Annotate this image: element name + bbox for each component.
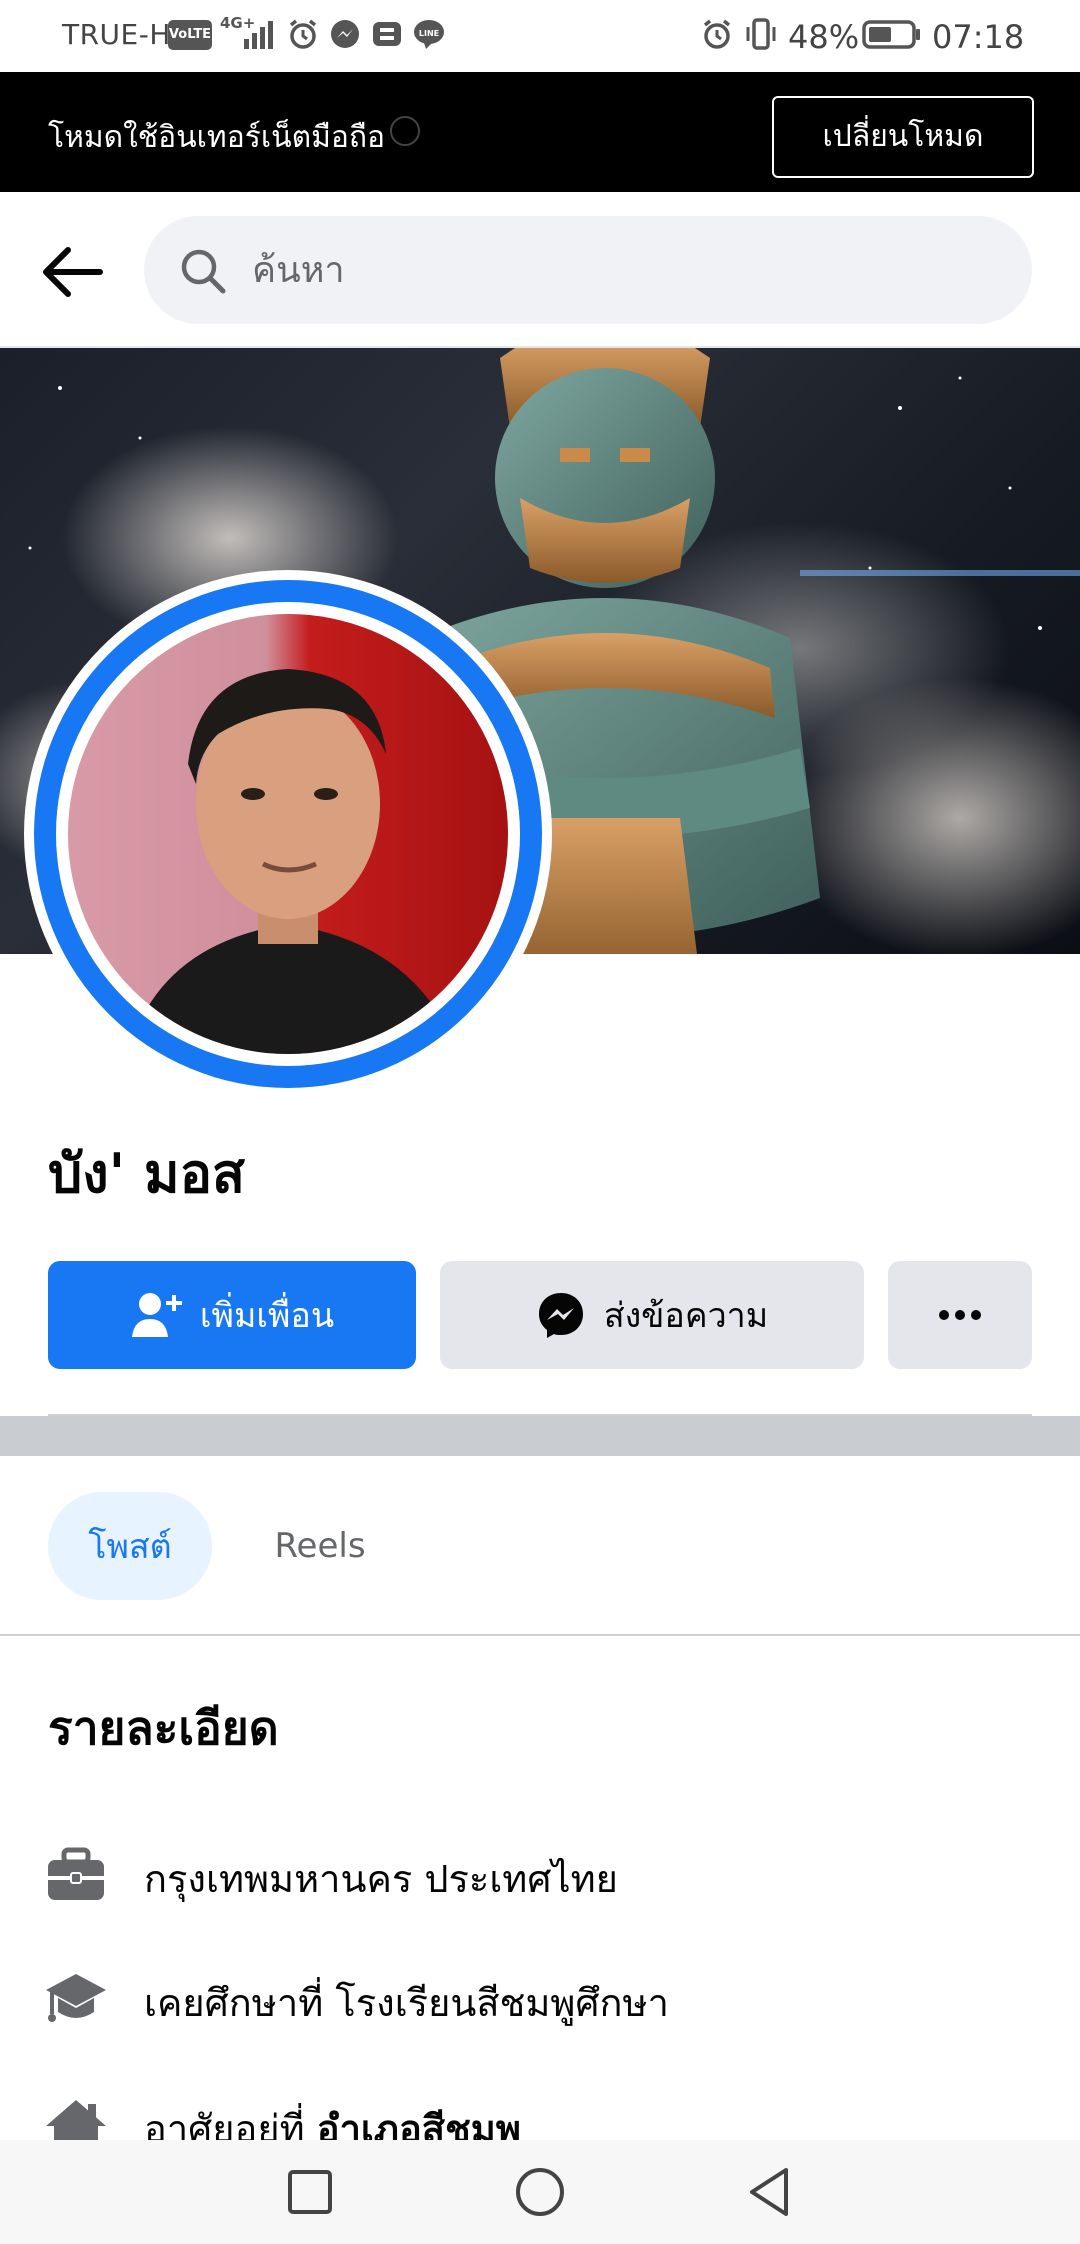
send-message-label: ส่งข้อความ bbox=[603, 1296, 769, 1336]
signal-icon bbox=[244, 21, 273, 49]
data-mode-text: โหมดใช้อินเทอร์เน็ตมือถือ bbox=[48, 120, 386, 155]
battery-icon bbox=[862, 20, 920, 49]
alarm-icon bbox=[289, 19, 317, 49]
recent-apps-icon[interactable] bbox=[280, 2162, 340, 2222]
section-separator bbox=[0, 1416, 1080, 1456]
add-friend-label: เพิ่มเพื่อน bbox=[199, 1296, 335, 1336]
detail-item-location: กรุงเทพมหานคร ประเทศไทย bbox=[0, 1832, 1080, 1912]
app-notification-icon bbox=[373, 22, 401, 46]
home-button-icon[interactable] bbox=[510, 2162, 570, 2222]
carrier-label: TRUE-H bbox=[62, 18, 171, 51]
back-button-icon[interactable] bbox=[740, 2162, 800, 2222]
profile-picture[interactable] bbox=[24, 570, 552, 1098]
send-message-button[interactable]: ส่งข้อความ bbox=[440, 1261, 864, 1369]
person-portrait-image bbox=[128, 669, 458, 1054]
messenger-notification-icon bbox=[331, 20, 359, 48]
back-arrow-icon[interactable] bbox=[36, 236, 108, 308]
briefcase-icon bbox=[48, 1847, 104, 1900]
switch-mode-button[interactable]: เปลี่ยนโหมด bbox=[772, 96, 1034, 178]
line-icon: LINE bbox=[414, 20, 444, 49]
messenger-icon bbox=[538, 1293, 583, 1338]
detail-education-text: เคยศึกษาที่ โรงเรียนสีชมพูศึกษา bbox=[144, 1981, 669, 2025]
data-mode-bar: โหมดใช้อินเทอร์เน็ตมือถือ เปลี่ยนโหมด bbox=[0, 72, 1080, 192]
search-icon bbox=[181, 249, 226, 294]
tabs-divider bbox=[0, 1634, 1080, 1636]
clock-time: 07:18 bbox=[932, 18, 1025, 56]
avatar-photo bbox=[68, 614, 508, 1054]
more-dots-icon bbox=[939, 1310, 981, 1320]
battery-percent: 48% bbox=[788, 18, 860, 56]
volte-badge: VoLTE bbox=[168, 20, 212, 50]
tab-reels[interactable]: Reels bbox=[250, 1492, 390, 1600]
search-input[interactable] bbox=[252, 244, 952, 296]
search-header bbox=[0, 192, 1080, 348]
add-friend-button[interactable]: เพิ่มเพื่อน bbox=[48, 1261, 416, 1369]
tab-posts[interactable]: โพสต์ bbox=[48, 1492, 212, 1600]
system-nav-bar bbox=[0, 2140, 1080, 2244]
detail-item-education: เคยศึกษาที่ โรงเรียนสีชมพูศึกษา bbox=[0, 1956, 1080, 2036]
profile-name: บัง' มอส bbox=[48, 1142, 245, 1205]
search-box[interactable] bbox=[144, 216, 1032, 324]
vibrate-icon bbox=[746, 18, 776, 50]
status-bar: TRUE-H VoLTE 4G+ LINE 48% 07:18 bbox=[0, 0, 1080, 72]
graduation-cap-icon bbox=[46, 1974, 106, 2022]
alarm-right-icon bbox=[703, 19, 731, 49]
add-friend-icon bbox=[131, 1293, 182, 1337]
detail-location-text: กรุงเทพมหานคร ประเทศไทย bbox=[144, 1857, 618, 1901]
more-options-button[interactable] bbox=[888, 1261, 1032, 1369]
svg-text:LINE: LINE bbox=[419, 29, 439, 38]
details-heading: รายละเอียด bbox=[48, 1701, 279, 1755]
info-icon[interactable] bbox=[390, 116, 420, 146]
story-ring bbox=[34, 580, 542, 1088]
